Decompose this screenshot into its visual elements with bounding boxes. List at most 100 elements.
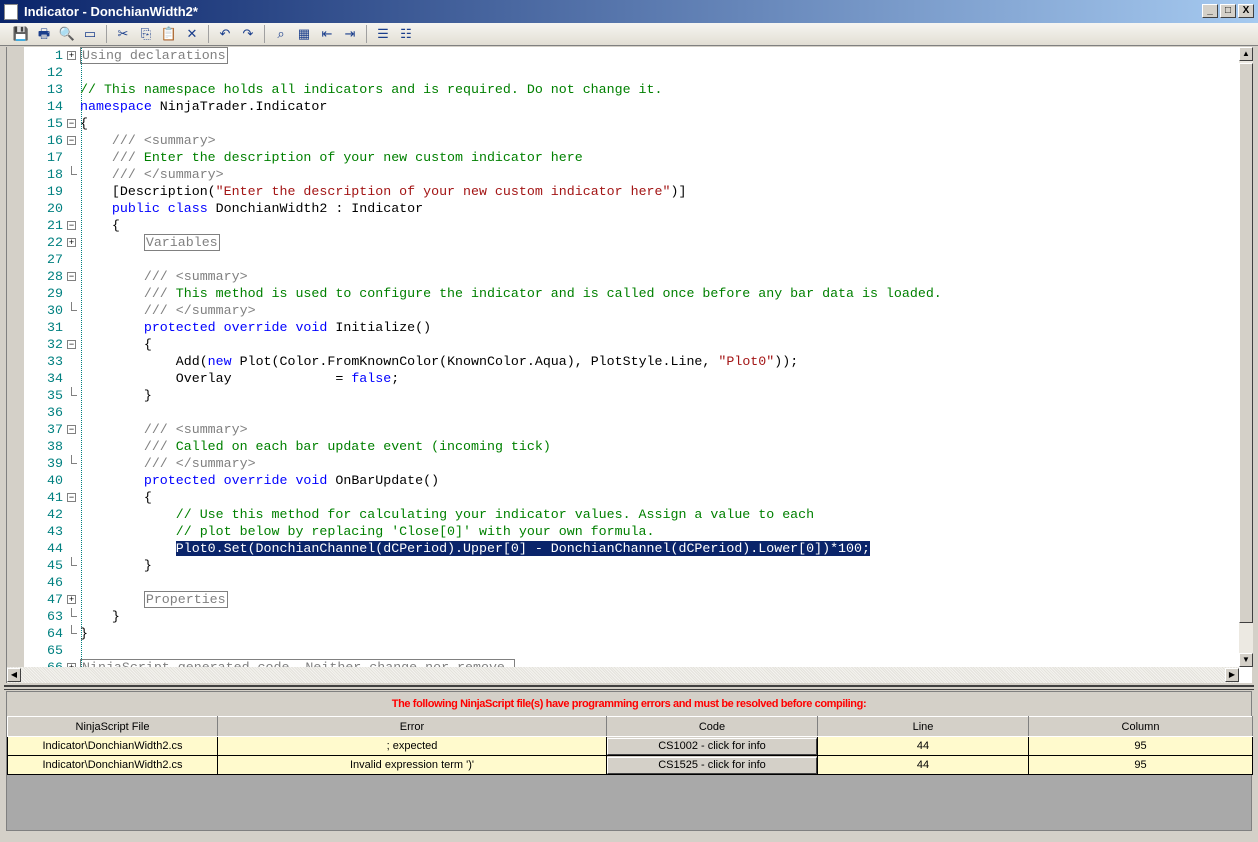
scroll-down-button[interactable]: ▼ [1239, 653, 1253, 667]
scroll-right-button[interactable]: ▶ [1225, 668, 1239, 682]
collapsed-region[interactable]: Using declarations [80, 47, 228, 64]
collapsed-region[interactable]: Properties [143, 591, 228, 608]
line-number: 45 [47, 558, 63, 573]
code-line[interactable]: 41− { [24, 489, 1239, 506]
code-line[interactable]: 29 /// This method is used to configure … [24, 285, 1239, 302]
redo-icon[interactable]: ↷ [239, 25, 257, 43]
maximize-button[interactable]: □ [1220, 4, 1236, 18]
code-line[interactable]: 35 } [24, 387, 1239, 404]
code-editor[interactable]: 1 + Using declarations 12 13 // This namespac… [6, 47, 1253, 683]
code-line[interactable]: 46 [24, 574, 1239, 591]
column-header[interactable]: Code [606, 716, 818, 737]
column-header[interactable]: NinjaScript File [7, 716, 218, 737]
code-line[interactable]: 22 + Variables [24, 234, 1239, 251]
line-number: 63 [47, 609, 63, 624]
collapsed-region[interactable]: Variables [143, 234, 220, 251]
copy-icon[interactable]: ⎘ [137, 25, 155, 43]
undo-icon[interactable]: ↶ [216, 25, 234, 43]
close-button[interactable]: X [1238, 4, 1254, 18]
code-line[interactable]: 47 + Properties [24, 591, 1239, 608]
code-line[interactable]: 33 Add(new Plot(Color.FromKnownColor(Kno… [24, 353, 1239, 370]
code-line[interactable]: 42 // Use this method for calculating yo… [24, 506, 1239, 523]
code-line[interactable]: 39 /// </summary> [24, 455, 1239, 472]
page-setup-icon[interactable]: ▭ [81, 25, 99, 43]
code-line[interactable]: 28− /// <summary> [24, 268, 1239, 285]
error-code-button[interactable]: CS1525 - click for info [607, 756, 817, 774]
scroll-thumb[interactable] [1239, 63, 1253, 623]
vertical-scrollbar[interactable]: ▲ ▼ [1239, 47, 1253, 667]
scroll-up-button[interactable]: ▲ [1239, 47, 1253, 61]
code-line[interactable]: 40 protected override void OnBarUpdate() [24, 472, 1239, 489]
column-header[interactable]: Column [1028, 716, 1253, 737]
code-line[interactable]: 66+NinjaScript generated code. Neither c… [24, 659, 1239, 667]
scroll-left-button[interactable]: ◀ [7, 668, 21, 682]
indent-icon[interactable]: ⇥ [341, 25, 359, 43]
column-header[interactable]: Line [817, 716, 1029, 737]
code-line[interactable]: 15−{ [24, 115, 1239, 132]
code-line[interactable]: 45 } [24, 557, 1239, 574]
code-token: ; [391, 371, 400, 386]
toolbar: 💾 🖶 🔍 ▭ ✂ ⎘ 📋 ✕ ↶ ↷ ⌕ ▦ ⇤ ⇥ ☰ ☷ [0, 23, 1258, 46]
code-line[interactable]: 12 [24, 64, 1239, 81]
code-lines[interactable]: 1 + Using declarations 12 13 // This namespac… [24, 47, 1239, 667]
print-icon[interactable]: 🖶 [35, 25, 53, 43]
code-text: protected override void Initialize() [80, 319, 431, 336]
collapse-icon[interactable]: − [67, 136, 76, 145]
splitter[interactable] [4, 685, 1254, 690]
code-line[interactable]: 65 [24, 642, 1239, 659]
collapsed-region[interactable]: NinjaScript generated code. Neither chan… [80, 659, 515, 667]
error-row[interactable]: Indicator\DonchianWidth2.cs; expected CS1… [7, 736, 1253, 756]
collapse-icon[interactable]: − [67, 272, 76, 281]
minimize-button[interactable]: _ [1202, 4, 1218, 18]
horizontal-scrollbar[interactable]: ◀ ▶ [7, 667, 1239, 683]
collapse-icon[interactable]: − [67, 340, 76, 349]
code-line[interactable]: 30 /// </summary> [24, 302, 1239, 319]
cut-icon[interactable]: ✂ [114, 25, 132, 43]
code-line[interactable]: 44 Plot0.Set(DonchianChannel(dCPeriod).U… [24, 540, 1239, 557]
uncomment-icon[interactable]: ☷ [397, 25, 415, 43]
column-header[interactable]: Error [217, 716, 607, 737]
code-line[interactable]: 19 [Description("Enter the description o… [24, 183, 1239, 200]
code-line[interactable]: 64} [24, 625, 1239, 642]
expand-icon[interactable]: + [67, 595, 76, 604]
code-line[interactable]: 38 /// Called on each bar update event (… [24, 438, 1239, 455]
code-line[interactable]: 13 // This namespace holds all indicators… [24, 81, 1239, 98]
replace-icon[interactable]: ▦ [295, 25, 313, 43]
code-line[interactable]: 31 protected override void Initialize() [24, 319, 1239, 336]
code-line[interactable]: 37− /// <summary> [24, 421, 1239, 438]
collapse-icon[interactable]: − [67, 425, 76, 434]
code-text: protected override void OnBarUpdate() [80, 472, 439, 489]
code-line[interactable]: 20 public class DonchianWidth2 : Indicat… [24, 200, 1239, 217]
code-line[interactable]: 43 // plot below by replacing 'Close[0]'… [24, 523, 1239, 540]
code-line[interactable]: 21− { [24, 217, 1239, 234]
expand-icon[interactable]: + [67, 51, 76, 60]
code-line[interactable]: 32− { [24, 336, 1239, 353]
error-row[interactable]: Indicator\DonchianWidth2.cs Invalid expre… [7, 755, 1253, 775]
error-code-cell[interactable]: CS1525 - click for info [606, 755, 818, 775]
code-line[interactable]: 14 namespace NinjaTrader.Indicator [24, 98, 1239, 115]
error-code-cell[interactable]: CS1002 - click for info [606, 736, 818, 756]
save-icon[interactable]: 💾 [12, 25, 30, 43]
code-line[interactable]: 63 } [24, 608, 1239, 625]
paste-icon[interactable]: 📋 [160, 25, 178, 43]
error-code-button[interactable]: CS1002 - click for info [607, 737, 817, 755]
print-preview-icon[interactable]: 🔍 [58, 25, 76, 43]
code-line[interactable]: 36 [24, 404, 1239, 421]
collapse-icon[interactable]: − [67, 493, 76, 502]
code-line[interactable]: 17 /// Enter the description of your new… [24, 149, 1239, 166]
code-line[interactable]: 34 Overlay = false; [24, 370, 1239, 387]
collapse-icon[interactable]: − [67, 221, 76, 230]
outdent-icon[interactable]: ⇤ [318, 25, 336, 43]
code-line[interactable]: 1 + Using declarations [24, 47, 1239, 64]
line-number: 21 [47, 218, 63, 233]
delete-icon[interactable]: ✕ [183, 25, 201, 43]
code-line[interactable]: 27 [24, 251, 1239, 268]
collapse-icon[interactable]: − [67, 119, 76, 128]
comment-icon[interactable]: ☰ [374, 25, 392, 43]
expand-icon[interactable]: + [67, 238, 76, 247]
find-icon[interactable]: ⌕ [272, 25, 290, 43]
code-line[interactable]: 18 /// </summary> [24, 166, 1239, 183]
code-line[interactable]: 16− /// <summary> [24, 132, 1239, 149]
